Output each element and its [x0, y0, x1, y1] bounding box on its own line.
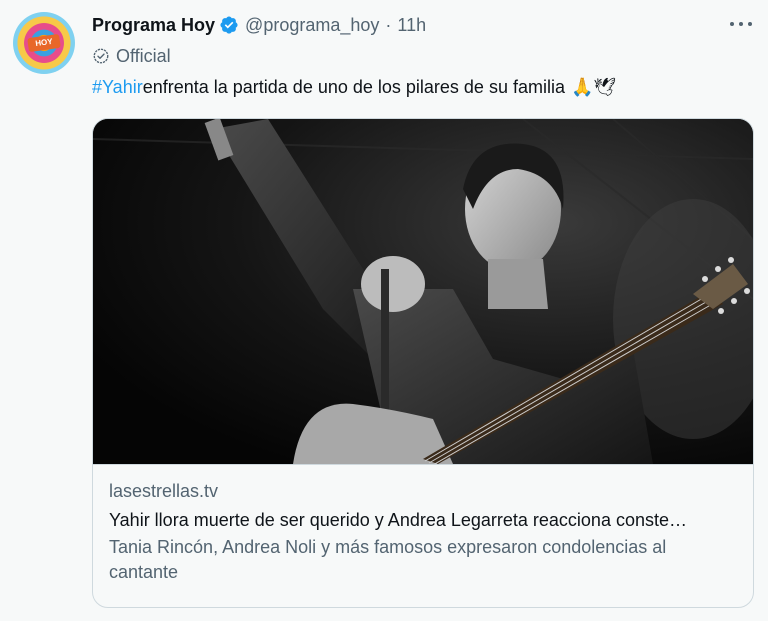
- official-check-icon: [93, 48, 109, 64]
- card-body[interactable]: lasestrellas.tv Yahir llora muerte de se…: [93, 464, 753, 607]
- singer-guitar-photo: [93, 119, 753, 464]
- more-options-icon[interactable]: [730, 14, 752, 34]
- tweet-timestamp[interactable]: 11h: [397, 15, 426, 36]
- author-name[interactable]: Programa Hoy: [92, 15, 215, 36]
- author-handle[interactable]: @programa_hoy: [245, 15, 379, 36]
- verified-badge-icon: [220, 16, 238, 34]
- card-title: Yahir llora muerte de ser querido y Andr…: [109, 510, 687, 530]
- card-description: Tania Rincón, Andrea Noli y más famosos …: [109, 537, 667, 582]
- hashtag-link[interactable]: #Yahir: [92, 77, 143, 98]
- link-preview-card[interactable]: lasestrellas.tv Yahir llora muerte de se…: [92, 118, 754, 608]
- tweet-emojis: 🙏🕊: [570, 77, 617, 98]
- tweet-header: Programa Hoy @programa_hoy · 11h: [92, 12, 426, 38]
- official-text: Official: [116, 45, 171, 66]
- card-domain: lasestrellas.tv: [109, 481, 219, 501]
- separator-dot: ·: [385, 14, 392, 35]
- avatar-logo-text: HOY: [27, 33, 61, 53]
- avatar[interactable]: HOY: [13, 12, 75, 74]
- tweet-text: #Yahir enfrenta la partida de uno de los…: [92, 77, 616, 98]
- card-image[interactable]: [93, 119, 753, 464]
- official-label: Official: [92, 44, 171, 68]
- tweet-body-text: enfrenta la partida de uno de los pilare…: [142, 77, 565, 97]
